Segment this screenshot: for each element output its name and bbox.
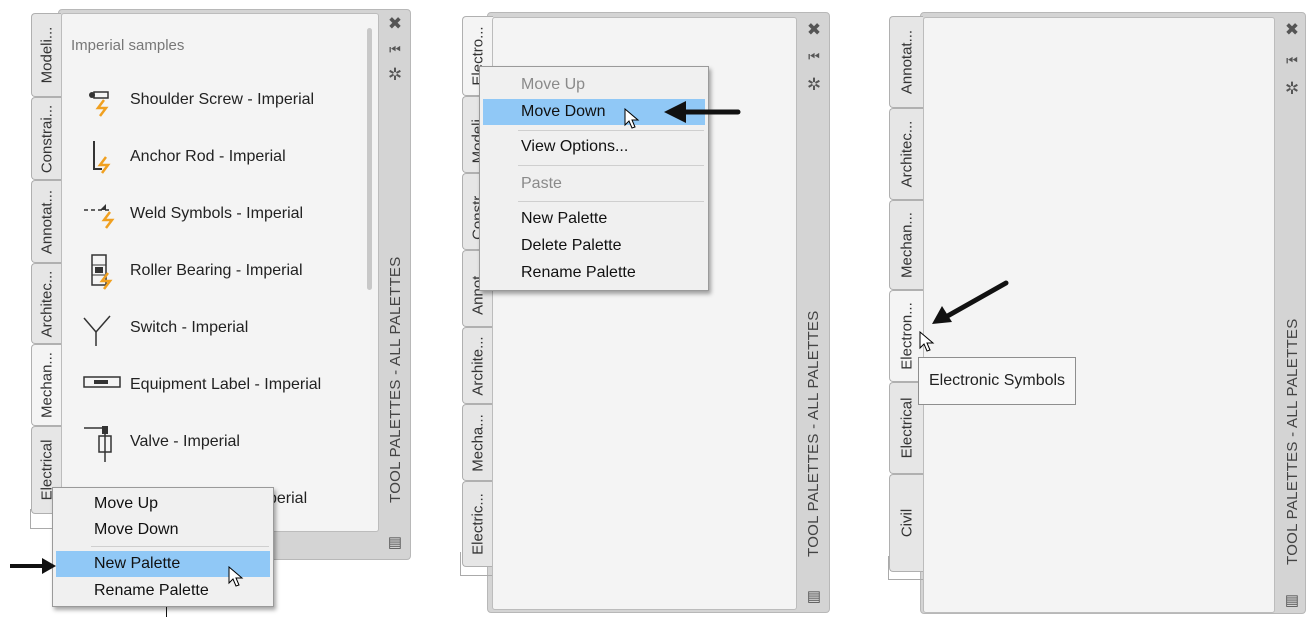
tab-label: Constrai... [38,104,55,173]
tab-label: Architec... [898,120,915,188]
palette-title: Imperial samples [71,37,185,54]
tab-modeling[interactable]: Modeli... [31,13,61,97]
menu-item-view-options[interactable]: View Options... [483,134,705,160]
auto-hide-icon[interactable]: ⏮ [1282,52,1302,69]
menu-separator [518,165,704,166]
pointer-arrow-icon [664,101,741,123]
menu-item-paste[interactable]: Paste [483,171,705,197]
palette-vertical-title: TOOL PALETTES - ALL PALETTES [387,256,404,503]
menu-item-delete-palette[interactable]: Delete Palette [483,233,705,259]
palette-vertical-title: TOOL PALETTES - ALL PALETTES [1284,318,1301,565]
tab-mechanical[interactable]: Mecha... [462,404,492,481]
tab-architectural[interactable]: Architec... [889,108,923,200]
tab-constraints[interactable]: Constrai... [31,97,61,180]
weld-symbols-icon [84,204,115,229]
title-bar[interactable]: TOOL PALETTES - ALL PALETTES [1281,318,1305,582]
context-menu: Move Up Move Down New Palette Rename Pal… [52,487,274,607]
tab-label: Annotat... [38,189,55,254]
mouse-cursor-icon [624,108,640,129]
tab-civil[interactable]: Civil [889,474,923,572]
auto-hide-icon[interactable]: ⏮ [804,48,824,65]
tool-item-valve[interactable]: Valve - Imperial [82,424,378,464]
tab-architectural[interactable]: Architec... [31,263,61,344]
tab-label: Civil [898,508,915,538]
tab-label: Electric... [469,493,486,555]
palette-menu-icon[interactable]: ▤ [804,588,824,605]
title-bar[interactable]: TOOL PALETTES - ALL PALETTES [802,310,826,574]
tab-label: Modeli... [38,26,55,84]
equipment-label-icon [83,376,121,388]
mouse-cursor-icon [228,566,244,587]
valve-icon [84,426,112,462]
tool-item-anchor-rod[interactable]: Anchor Rod - Imperial [82,139,378,179]
properties-icon[interactable]: ✲ [385,66,405,83]
roller-bearing-icon [91,254,113,290]
close-icon[interactable]: ✖ [1282,21,1302,38]
close-icon[interactable]: ✖ [804,21,824,38]
tool-item-equipment-label[interactable]: Equipment Label - Imperial [82,367,378,407]
tool-label: Roller Bearing - Imperial [130,262,303,279]
tab-mechanical[interactable]: Mechan... [889,200,923,290]
menu-item-rename-palette[interactable]: Rename Palette [483,260,705,286]
menu-item-move-up[interactable]: Move Up [56,491,270,517]
title-bar[interactable]: TOOL PALETTES - ALL PALETTES [384,256,408,520]
tab-electrical[interactable]: Electric... [462,481,492,567]
palette-content: Imperial samples Shoulder Screw - Imperi… [61,13,379,532]
tooltip: Electronic Symbols [918,357,1077,405]
tab-label: Mechan... [38,352,56,418]
tab-label: Mechan... [898,212,915,278]
auto-hide-icon[interactable]: ⏮ [385,41,405,58]
stray-line [166,607,167,617]
tab-mechanical[interactable]: Mechan... [31,344,62,426]
tab-label: Electron... [898,302,916,370]
shoulder-screw-icon [89,91,109,117]
tab-label: Archite... [469,335,486,396]
mouse-cursor-icon [919,331,935,352]
switch-icon [83,315,111,346]
palette-menu-icon[interactable]: ▤ [1282,592,1302,609]
tool-label: Valve - Imperial [130,433,240,450]
tab-annotation[interactable]: Annotat... [31,180,61,263]
menu-separator [518,130,704,131]
close-icon[interactable]: ✖ [385,15,405,32]
tab-label: Electrical [898,397,915,459]
tool-label: Equipment Label - Imperial [130,376,322,393]
menu-separator [91,546,269,547]
tool-item-roller-bearing[interactable]: Roller Bearing - Imperial [82,253,378,293]
pointer-arrow-icon [932,280,1009,324]
tab-label: Architec... [38,270,55,337]
menu-item-move-up[interactable]: Move Up [483,72,705,98]
tab-annotation[interactable]: Annotat... [889,16,923,108]
palette-vertical-title: TOOL PALETTES - ALL PALETTES [805,310,822,557]
tool-item-shoulder-screw[interactable]: Shoulder Screw - Imperial [82,82,378,122]
menu-item-new-palette[interactable]: New Palette [483,206,705,232]
menu-separator [518,201,704,202]
tab-architectural[interactable]: Archite... [462,327,492,404]
properties-icon[interactable]: ✲ [1282,80,1302,97]
tool-label: Shoulder Screw - Imperial [130,91,315,108]
tool-label: Anchor Rod - Imperial [130,148,286,165]
anchor-rod-icon [93,141,111,174]
tool-label: Switch - Imperial [130,319,249,336]
tool-item-switch[interactable]: Switch - Imperial [82,310,378,350]
tool-item-weld-symbols[interactable]: Weld Symbols - Imperial [82,196,378,236]
tool-label: Weld Symbols - Imperial [130,205,304,222]
menu-item-move-down[interactable]: Move Down [56,517,270,543]
palette-menu-icon[interactable]: ▤ [385,534,405,551]
tab-label: Mecha... [469,413,486,472]
pointer-arrow-icon [10,558,56,574]
tab-label: Annotat... [898,29,915,95]
properties-icon[interactable]: ✲ [804,76,824,93]
